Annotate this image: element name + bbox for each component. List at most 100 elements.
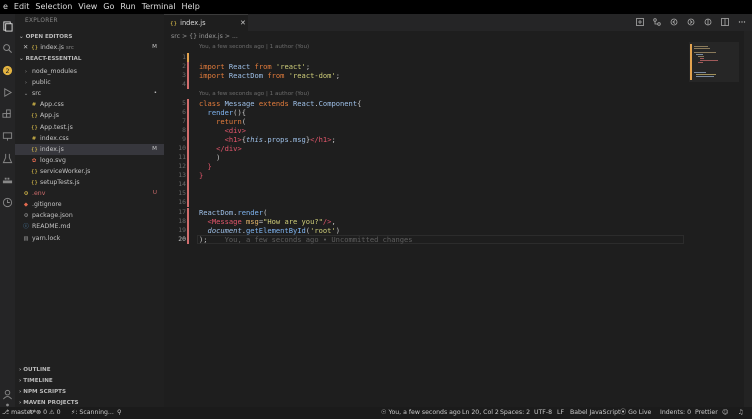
line-number: 9 <box>182 135 186 143</box>
editor-scrollbar[interactable] <box>744 31 752 407</box>
project-header[interactable]: ⌄ REACT-ESSENTIAL <box>15 54 164 64</box>
file-tree-item[interactable]: ✿ logo.svg <box>15 155 164 166</box>
line-number: 4 <box>182 80 186 88</box>
npm-scripts-label: NPM SCRIPTS <box>23 389 67 395</box>
menu-file[interactable]: e <box>0 0 11 14</box>
previous-change-icon[interactable] <box>670 18 678 26</box>
line-number: 5 <box>182 99 186 107</box>
tab-index-js[interactable]: {} index.js ✕ <box>164 14 248 31</box>
feedback-icon[interactable]: ☺ <box>722 407 728 419</box>
search-icon[interactable] <box>2 43 13 54</box>
docker-icon[interactable] <box>2 175 13 186</box>
file-tree-item[interactable]: ⌄ src • <box>15 88 164 99</box>
scanning-status[interactable]: ⚡: Scanning... <box>71 407 114 419</box>
file-tree-item[interactable]: › node_modules <box>15 66 164 77</box>
menu-help[interactable]: Help <box>179 0 203 14</box>
minimap[interactable] <box>689 42 739 92</box>
file-tree-item[interactable]: {} serviceWorker.js <box>15 166 164 177</box>
debug-icon[interactable]: ⚲ <box>117 407 122 419</box>
open-editor-item[interactable]: ✕{} index.js src M <box>15 42 164 53</box>
file-tree-label: logo.svg <box>40 156 66 164</box>
menu-run[interactable]: Run <box>117 0 138 14</box>
code-text: import ReactDom from 'react-dom'; <box>199 71 340 80</box>
next-change-icon[interactable] <box>687 18 695 26</box>
sync-icon[interactable]: ↻ <box>29 407 34 419</box>
menu-edit[interactable]: Edit <box>11 0 33 14</box>
line-number: 6 <box>182 108 186 116</box>
close-icon[interactable]: ✕ <box>23 44 28 51</box>
line-number: 10 <box>178 144 186 152</box>
code-text: document.getElementById('root') <box>207 226 340 235</box>
code-text: ); You, a few seconds ago • Uncommitted … <box>199 235 413 244</box>
indents-status[interactable]: Indents: 0 <box>660 407 691 419</box>
gutter-modified <box>187 180 189 189</box>
breadcrumb[interactable]: src > {} index.js > ... <box>171 33 238 40</box>
file-tree-item[interactable]: ▤ yarn.lock <box>15 233 164 244</box>
gutter-modified <box>187 144 189 153</box>
file-tree-item[interactable]: {} App.js <box>15 110 164 121</box>
file-tree-item[interactable]: # index.css <box>15 133 164 144</box>
problems-indicator[interactable]: ⊗ 0 ⚠ 0 <box>36 407 61 419</box>
menu-view[interactable]: View <box>75 0 100 14</box>
split-editor-icon[interactable] <box>721 18 729 26</box>
file-tree-item[interactable]: {} setupTests.js <box>15 177 164 188</box>
gutter-modified <box>187 162 189 171</box>
code-text: </div> <box>216 144 242 153</box>
codelens-blame-class[interactable]: You, a few seconds ago | 1 author (You) <box>199 90 309 99</box>
code-line: 7 return( <box>164 117 684 126</box>
remote-explorer-icon[interactable] <box>2 131 13 142</box>
file-tree-item[interactable]: {} App.test.js <box>15 122 164 133</box>
line-number: 19 <box>178 226 186 234</box>
open-editors-label: OPEN EDITORS <box>25 34 73 40</box>
code-line: 13} <box>164 171 684 180</box>
git-blame-status[interactable]: ☉ You, a few seconds ago <box>381 407 461 419</box>
more-actions-icon[interactable] <box>738 18 746 26</box>
codelens-blame-top[interactable]: You, a few seconds ago | 1 author (You) <box>199 43 309 52</box>
gutter-modified <box>187 171 189 180</box>
gutter-modified <box>187 153 189 162</box>
menu-selection[interactable]: Selection <box>32 0 75 14</box>
go-live-label: Go Live <box>628 409 652 416</box>
accounts-icon[interactable] <box>2 389 13 400</box>
file-encoding[interactable]: UTF-8 <box>534 407 552 419</box>
file-tree-item[interactable]: ⓘ README.md <box>15 221 164 232</box>
menu-terminal[interactable]: Terminal <box>139 0 179 14</box>
notifications-bell-icon[interactable]: ♫ <box>738 407 744 419</box>
js-file-icon: {} <box>31 45 39 51</box>
file-tree-item[interactable]: ⚙ .env U <box>15 188 164 199</box>
gutter-modified <box>187 208 189 217</box>
code-text: <div> <box>224 126 246 135</box>
end-of-line[interactable]: LF <box>557 407 564 419</box>
code-text: <h1>{this.props.msg}</h1>; <box>224 135 336 144</box>
file-tree-item[interactable]: ◆ .gitignore <box>15 199 164 210</box>
run-debug-icon[interactable] <box>2 87 13 98</box>
menu-go[interactable]: Go <box>100 0 117 14</box>
gutter-modified <box>187 226 189 235</box>
go-live-button[interactable]: ⦿ Go Live <box>620 407 651 419</box>
open-editors-header[interactable]: ⌄ OPEN EDITORS <box>15 32 164 42</box>
history-icon[interactable] <box>2 197 13 208</box>
cursor-position[interactable]: Ln 20, Col 2 <box>462 407 499 419</box>
file-tree-item[interactable]: # App.css <box>15 99 164 110</box>
open-changes-icon[interactable] <box>636 18 644 26</box>
file-tree-item[interactable]: › public <box>15 77 164 88</box>
npm-scripts-panel-header[interactable]: › NPM SCRIPTS <box>15 387 164 397</box>
line-number: 1 <box>182 53 186 61</box>
file-tree-item[interactable]: {} index.js M <box>15 143 164 155</box>
code-line: 10 </div> <box>164 144 684 153</box>
git-compare-icon[interactable] <box>653 18 661 26</box>
language-mode[interactable]: Babel JavaScript <box>570 407 620 419</box>
test-icon[interactable] <box>2 153 13 164</box>
timeline-panel-header[interactable]: › TIMELINE <box>15 376 164 386</box>
prettier-status[interactable]: Prettier <box>695 407 718 419</box>
code-line: 6 render(){ <box>164 108 684 117</box>
file-tree-item[interactable]: ⚙ package.json <box>15 210 164 221</box>
files-icon[interactable] <box>2 21 13 32</box>
toggle-blame-icon[interactable] <box>704 18 712 26</box>
outline-panel-header[interactable]: › OUTLINE <box>15 365 164 375</box>
code-text: class Message extends React.Component{ <box>199 99 362 108</box>
indentation-spaces[interactable]: Spaces: 2 <box>500 407 530 419</box>
close-tab-icon[interactable]: ✕ <box>240 15 246 32</box>
extensions-icon[interactable] <box>2 109 13 120</box>
source-control-icon[interactable]: 2 <box>2 65 13 76</box>
